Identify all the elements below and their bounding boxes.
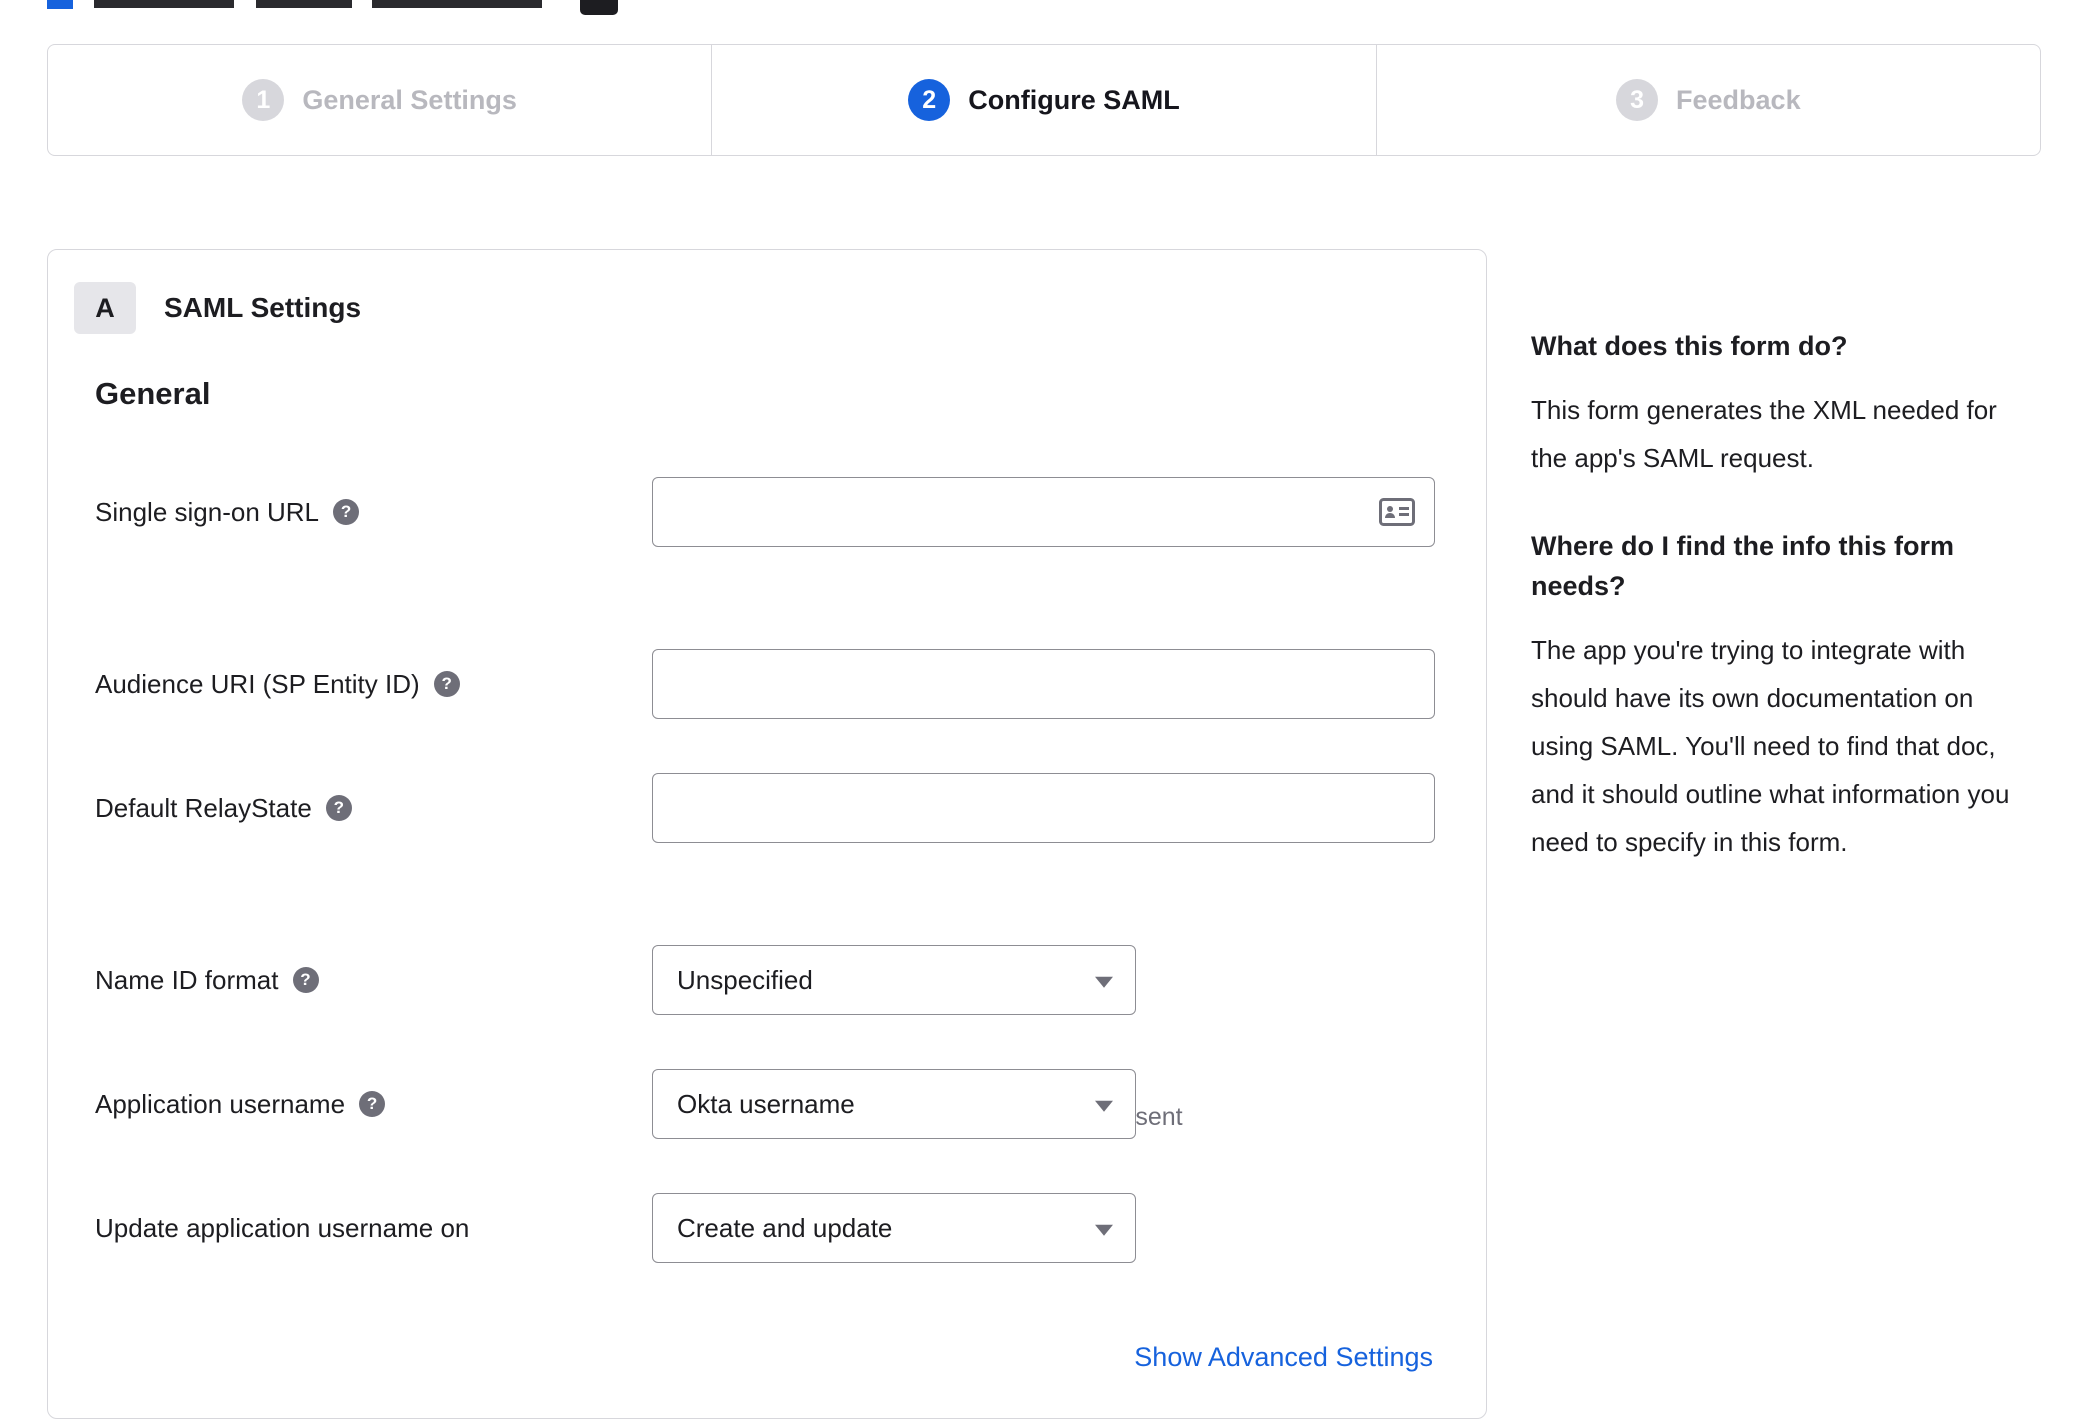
- address-card-icon[interactable]: [1379, 498, 1415, 526]
- step-feedback[interactable]: 3 Feedback: [1375, 45, 2040, 155]
- form-row-default-relaystate: Default RelayState ?: [95, 773, 1465, 843]
- help-icon[interactable]: ?: [359, 1091, 386, 1117]
- section-a-badge: A: [74, 282, 136, 334]
- help-icon[interactable]: ?: [433, 671, 460, 697]
- name-id-format-select[interactable]: Unspecified: [652, 945, 1136, 1015]
- select-value: Okta username: [677, 1088, 855, 1119]
- field-label: Application username: [95, 1088, 346, 1119]
- section-title: SAML Settings: [164, 292, 362, 323]
- default-relaystate-input[interactable]: [652, 773, 1435, 843]
- form-row-name-id-format: Name ID format ? Unspecified: [95, 945, 1465, 1015]
- show-advanced-settings-link[interactable]: Show Advanced Settings: [1134, 1342, 1433, 1373]
- select-value: Create and update: [677, 1212, 893, 1243]
- step-number-badge: 3: [1616, 79, 1659, 121]
- single-sign-on-url-input[interactable]: [652, 477, 1435, 547]
- help-block: Where do I find the info this form needs…: [1531, 526, 2031, 866]
- step-label: Feedback: [1676, 84, 1801, 115]
- help-body: The app you're trying to integrate with …: [1531, 635, 2010, 857]
- help-icon[interactable]: ?: [292, 967, 319, 993]
- step-label: General Settings: [302, 84, 517, 115]
- step-number-badge: 2: [908, 79, 951, 121]
- wizard-stepper: 1 General Settings 2 Configure SAML 3 Fe…: [47, 44, 2041, 156]
- field-label: Single sign-on URL: [95, 496, 320, 527]
- form-row-audience-uri: Audience URI (SP Entity ID) ?: [95, 649, 1465, 719]
- application-username-select[interactable]: Okta username: [652, 1069, 1136, 1139]
- step-general-settings[interactable]: 1 General Settings: [48, 45, 711, 155]
- caret-down-icon: [1095, 1100, 1113, 1112]
- form-row-update-application-username: Update application username on Create an…: [95, 1193, 1465, 1263]
- update-application-username-select[interactable]: Create and update: [652, 1193, 1136, 1263]
- audience-uri-input[interactable]: [652, 649, 1435, 719]
- caret-down-icon: [1095, 976, 1113, 988]
- help-heading: What does this form do?: [1531, 331, 1848, 361]
- select-value: Unspecified: [677, 964, 813, 995]
- step-label: Configure SAML: [968, 84, 1180, 115]
- field-label: Name ID format: [95, 964, 279, 995]
- form-row-application-username: Application username ? Okta username: [95, 1069, 1465, 1139]
- field-label: Update application username on: [95, 1212, 470, 1243]
- form-row-single-sign-on-url: Single sign-on URL ?: [95, 477, 1465, 547]
- cutoff-header-fragment: [47, 0, 73, 9]
- step-number-badge: 1: [242, 79, 285, 121]
- cutoff-header-fragment: [580, 0, 618, 15]
- saml-settings-card: A SAML Settings General Single sign-on U…: [47, 249, 1487, 1419]
- help-heading: Where do I find the info this form needs…: [1531, 531, 1954, 601]
- cutoff-header-fragment: [372, 0, 542, 8]
- help-sidebar: What does this form do? This form genera…: [1531, 326, 2031, 866]
- general-group-title: General: [95, 376, 211, 411]
- help-block: What does this form do? This form genera…: [1531, 326, 2031, 482]
- cutoff-header-fragment: [256, 0, 352, 8]
- help-icon[interactable]: ?: [325, 795, 352, 821]
- field-label: Default RelayState: [95, 792, 312, 823]
- step-configure-saml[interactable]: 2 Configure SAML: [711, 45, 1375, 155]
- cutoff-header-fragment: [94, 0, 234, 8]
- help-body: This form generates the XML needed for t…: [1531, 395, 1997, 473]
- help-icon[interactable]: ?: [333, 499, 360, 525]
- field-label: Audience URI (SP Entity ID): [95, 668, 420, 699]
- caret-down-icon: [1095, 1224, 1113, 1236]
